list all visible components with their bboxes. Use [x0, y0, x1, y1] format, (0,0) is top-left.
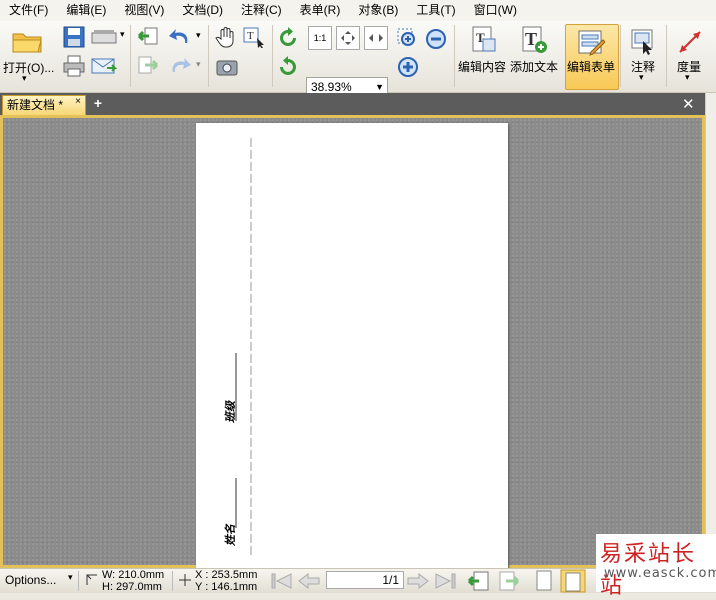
fit-width-icon[interactable] — [364, 26, 388, 50]
fit-page-icon[interactable] — [336, 26, 360, 50]
add-text-button[interactable]: 添加文本 — [510, 58, 558, 75]
edit-form-button[interactable]: 编辑表单 — [567, 58, 615, 75]
print-icon[interactable] — [62, 54, 86, 78]
menu-edit[interactable]: 编辑(E) — [57, 0, 115, 21]
menu-object[interactable]: 对象(B) — [349, 0, 407, 21]
class-label: 班级 — [224, 401, 237, 423]
tab-title: 新建文档 * — [7, 98, 64, 112]
page-content — [235, 138, 252, 555]
zoom-value: 38.93% — [311, 80, 352, 94]
measure-dropdown-icon[interactable]: ▾ — [685, 72, 690, 83]
edit-content-icon[interactable]: T — [468, 24, 498, 56]
cursor-position-icon — [178, 573, 192, 590]
page-width: W: 210.0mm — [102, 569, 165, 581]
menu-form[interactable]: 表单(R) — [291, 0, 350, 21]
next-page-icon[interactable] — [406, 572, 430, 593]
watermark-url: www.easck.com — [604, 566, 716, 581]
single-page-view-icon[interactable] — [535, 570, 553, 595]
pdf-page[interactable]: 班级 姓名 — [196, 123, 508, 568]
rotate-right-icon[interactable] — [276, 26, 300, 50]
menu-document[interactable]: 文档(D) — [173, 0, 232, 21]
options-dropdown-icon[interactable]: ▾ — [68, 572, 73, 583]
close-all-icon[interactable]: ✕ — [682, 95, 695, 113]
cursor-y: Y : 146.1mm — [195, 581, 258, 593]
scanner-dropdown-icon[interactable]: ▾ — [120, 29, 125, 40]
cursor-x: X : 253.5mm — [195, 569, 258, 581]
select-text-icon[interactable]: T — [241, 25, 267, 49]
redo-dropdown-icon[interactable]: ▾ — [196, 59, 201, 70]
back-view-icon[interactable] — [467, 571, 490, 594]
add-text-icon[interactable]: T — [519, 24, 549, 56]
tab-new-document[interactable]: 新建文档 * × — [2, 95, 86, 115]
edit-form-icon[interactable] — [576, 27, 606, 57]
edit-content-button[interactable]: 编辑内容 — [458, 58, 506, 75]
first-page-icon[interactable] — [271, 572, 293, 593]
menu-bar: 文件(F) 编辑(E) 视图(V) 文档(D) 注释(C) 表单(R) 对象(B… — [0, 0, 716, 22]
zoom-marquee-icon[interactable] — [396, 27, 420, 51]
actual-size-icon[interactable]: 1:1 — [308, 26, 332, 50]
previous-page-icon[interactable] — [297, 572, 321, 593]
rotate-left-icon[interactable] — [276, 55, 300, 79]
side-panel[interactable] — [705, 93, 716, 568]
watermark: 易采站长站 www.easck.com — [596, 534, 716, 599]
menu-comment[interactable]: 注释(C) — [232, 0, 291, 21]
options-button[interactable]: Options... — [5, 573, 56, 587]
snapshot-icon[interactable] — [214, 55, 240, 79]
tab-close-icon[interactable]: × — [75, 93, 81, 111]
open-dropdown-icon[interactable]: ▾ — [22, 73, 27, 84]
import-icon[interactable] — [136, 26, 160, 48]
menu-window[interactable]: 窗口(W) — [465, 0, 526, 21]
name-label: 姓名 — [224, 524, 237, 546]
open-folder-icon[interactable] — [10, 26, 44, 56]
measure-icon[interactable] — [675, 27, 705, 57]
page-number-input[interactable]: 1/1 — [326, 571, 404, 589]
redo-icon[interactable] — [166, 55, 194, 77]
email-icon[interactable] — [90, 54, 118, 78]
new-tab-icon[interactable]: + — [91, 96, 105, 110]
hand-tool-icon[interactable] — [214, 25, 238, 49]
export-icon[interactable] — [136, 55, 160, 77]
page-size-icon — [85, 573, 99, 590]
menu-tools[interactable]: 工具(T) — [407, 0, 464, 21]
undo-dropdown-icon[interactable]: ▾ — [196, 30, 201, 41]
last-page-icon[interactable] — [434, 572, 456, 593]
zoom-in-icon[interactable] — [396, 55, 420, 79]
page-height: H: 297.0mm — [102, 581, 162, 593]
forward-view-icon[interactable] — [498, 571, 520, 594]
undo-icon[interactable] — [166, 26, 194, 48]
document-tab-bar: 新建文档 * × + ✕ — [0, 93, 705, 115]
svg-text:T: T — [247, 30, 254, 42]
document-canvas: 班级 姓名 — [0, 115, 705, 568]
menu-file[interactable]: 文件(F) — [0, 0, 57, 21]
open-button[interactable]: 打开(O)... — [3, 59, 54, 76]
save-icon[interactable] — [62, 25, 86, 49]
annotate-icon[interactable] — [628, 26, 658, 56]
scanner-icon[interactable] — [90, 25, 118, 49]
zoom-out-icon[interactable] — [424, 27, 448, 51]
annotate-dropdown-icon[interactable]: ▾ — [639, 72, 644, 83]
menu-view[interactable]: 视图(V) — [115, 0, 173, 21]
toolbar: 打开(O)... ▾ ▾ ▾ ▾ T 1:1 38.93% ▼ T 编辑内容 T… — [0, 21, 716, 95]
